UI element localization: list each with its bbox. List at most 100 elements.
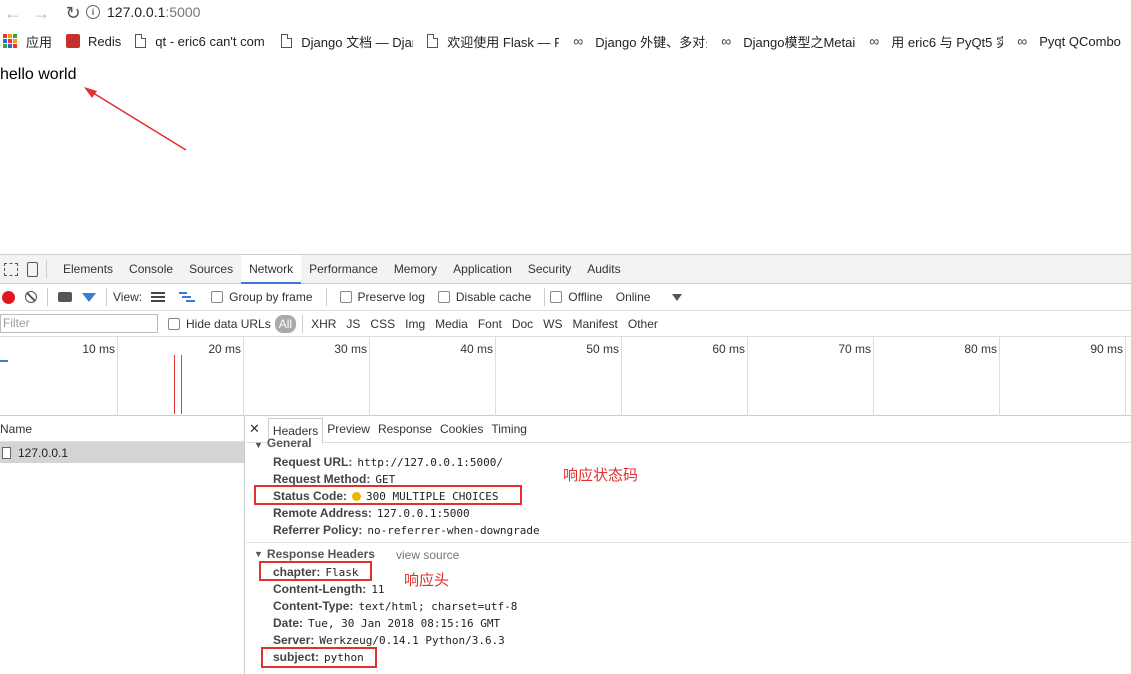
network-overview-timeline[interactable]: 10 ms 20 ms 30 ms 40 ms 50 ms 60 ms 70 m… <box>0 336 1131 416</box>
header-value: Werkzeug/0.14.1 Python/3.6.3 <box>319 633 505 647</box>
response-headers-section-title[interactable]: ▼ Response Headers <box>254 547 375 561</box>
redis-icon <box>66 34 81 48</box>
timeline-column: 60 ms <box>622 336 748 416</box>
offline-checkbox[interactable]: Offline <box>550 290 603 304</box>
tab-security[interactable]: Security <box>520 255 579 284</box>
checkbox-box[interactable] <box>437 291 450 303</box>
bookmark-label: Django 文档 — Djar <box>301 34 414 50</box>
bookmark-label: qt - eric6 can't com <box>155 33 265 49</box>
tab-elements[interactable]: Elements <box>55 255 121 284</box>
bookmark-label: Pyqt QCombo <box>1039 33 1121 49</box>
large-rows-icon[interactable] <box>151 292 166 302</box>
throttle-select[interactable]: Online <box>616 290 683 304</box>
filter-type-xhr[interactable]: XHR <box>307 317 340 331</box>
checkbox-label: Group by frame <box>229 290 313 304</box>
tick-label: 90 ms <box>1090 342 1123 356</box>
record-icon[interactable] <box>2 290 15 304</box>
header-key: Remote Address: <box>273 506 372 520</box>
divider <box>302 314 304 333</box>
header-value: text/html; charset=utf-8 <box>358 599 518 613</box>
checkbox-box[interactable] <box>550 291 563 303</box>
device-toolbar-icon[interactable] <box>27 261 38 277</box>
bookmark-apps[interactable]: 应用 <box>0 32 52 51</box>
preserve-log-checkbox[interactable]: Preserve log <box>339 290 425 304</box>
filter-type-doc[interactable]: Doc <box>508 317 537 331</box>
status-code-highlight-box <box>254 485 522 505</box>
back-arrow-icon[interactable]: ← <box>2 2 24 24</box>
header-key: Referrer Policy: <box>273 523 363 537</box>
filter-type-img[interactable]: Img <box>401 317 429 331</box>
tab-sources[interactable]: Sources <box>181 255 241 284</box>
tick-label: 10 ms <box>82 342 115 356</box>
camera-icon[interactable] <box>58 292 72 302</box>
tick-label: 30 ms <box>334 342 367 356</box>
tab-application[interactable]: Application <box>445 255 520 284</box>
request-row[interactable]: 127.0.0.1 <box>0 442 244 463</box>
checkbox-box[interactable] <box>339 291 352 303</box>
tab-timing[interactable]: Timing <box>487 416 531 443</box>
divider <box>106 288 107 306</box>
bookmark-django-docs[interactable]: Django 文档 — Djar <box>281 32 413 51</box>
info-icon[interactable]: i <box>86 5 100 19</box>
filter-type-css[interactable]: CSS <box>366 317 399 331</box>
group-by-frame-checkbox[interactable]: Group by frame <box>211 290 313 304</box>
reload-icon[interactable]: ↻ <box>62 2 84 24</box>
response-header-annotation: 响应头 <box>404 572 450 589</box>
bookmark-label: Django模型之Metai <box>743 34 856 50</box>
section-divider <box>246 542 1131 543</box>
page-body-text: hello world <box>0 66 77 83</box>
request-list: Name 127.0.0.1 <box>0 416 245 674</box>
date-row: Date: Tue, 30 Jan 2018 08:15:16 GMT <box>273 616 500 630</box>
chapter-highlight-box <box>259 561 372 581</box>
filter-type-js[interactable]: JS <box>342 317 364 331</box>
filter-input[interactable]: Filter <box>0 314 158 333</box>
url-field[interactable]: i 127.0.0.1:5000 <box>86 1 200 23</box>
hide-data-urls-checkbox[interactable]: Hide data URLs <box>168 317 271 331</box>
tab-performance[interactable]: Performance <box>301 255 386 284</box>
filter-type-manifest[interactable]: Manifest <box>569 317 622 331</box>
close-icon[interactable]: ✕ <box>249 421 260 437</box>
view-source-link[interactable]: view source <box>396 548 459 562</box>
tab-memory[interactable]: Memory <box>386 255 445 284</box>
bookmark-django-fk[interactable]: ∞ Django 外键、多对多 <box>573 32 707 51</box>
bookmark-pyqt[interactable]: ∞ Pyqt QCombo <box>1017 34 1121 49</box>
bookmark-django-meta[interactable]: ∞ Django模型之Metai <box>721 32 855 51</box>
document-icon <box>281 34 293 48</box>
disable-cache-checkbox[interactable]: Disable cache <box>437 290 531 304</box>
tab-network[interactable]: Network <box>241 255 302 284</box>
content-length-row: Content-Length: 11 <box>273 582 385 596</box>
header-key: Server: <box>273 633 315 647</box>
bookmark-eric6[interactable]: ∞ 用 eric6 与 PyQt5 实 <box>869 32 1003 51</box>
filter-icon[interactable] <box>82 292 96 302</box>
filter-type-font[interactable]: Font <box>474 317 506 331</box>
overview-icon[interactable] <box>179 292 196 302</box>
content-type-row: Content-Type: text/html; charset=utf-8 <box>273 599 517 613</box>
checkbox-box[interactable] <box>168 317 180 330</box>
checkbox-box[interactable] <box>211 291 224 303</box>
filter-type-media[interactable]: Media <box>431 317 472 331</box>
view-label: View: <box>113 290 143 304</box>
forward-arrow-icon[interactable]: → <box>30 2 52 24</box>
inspect-element-icon[interactable] <box>4 262 18 276</box>
detail-tabbar: ✕ Headers Preview Response Cookies Timin… <box>246 416 1131 444</box>
header-key: Content-Length: <box>273 582 367 596</box>
bookmark-label: 用 eric6 与 PyQt5 实 <box>891 34 1004 50</box>
bookmark-flask[interactable]: 欢迎使用 Flask — Fla <box>427 32 559 51</box>
clear-icon[interactable] <box>25 291 37 303</box>
filter-type-ws[interactable]: WS <box>539 317 566 331</box>
apps-grid-icon <box>3 34 17 48</box>
tab-response[interactable]: Response <box>374 416 436 443</box>
filter-type-all[interactable]: All <box>274 314 297 333</box>
tab-preview[interactable]: Preview <box>323 416 374 443</box>
tab-console[interactable]: Console <box>121 255 181 284</box>
bookmark-qt[interactable]: qt - eric6 can't com <box>135 34 267 49</box>
tab-cookies[interactable]: Cookies <box>436 416 487 443</box>
header-value: http://127.0.0.1:5000/ <box>357 455 504 469</box>
header-value: GET <box>375 472 396 486</box>
general-section-title[interactable]: ▼ General <box>254 438 312 450</box>
filter-type-other[interactable]: Other <box>624 317 662 331</box>
name-column-header[interactable]: Name <box>0 416 244 442</box>
document-icon <box>2 446 11 459</box>
bookmark-redis[interactable]: Redis <box>66 34 121 49</box>
tab-audits[interactable]: Audits <box>579 255 628 284</box>
